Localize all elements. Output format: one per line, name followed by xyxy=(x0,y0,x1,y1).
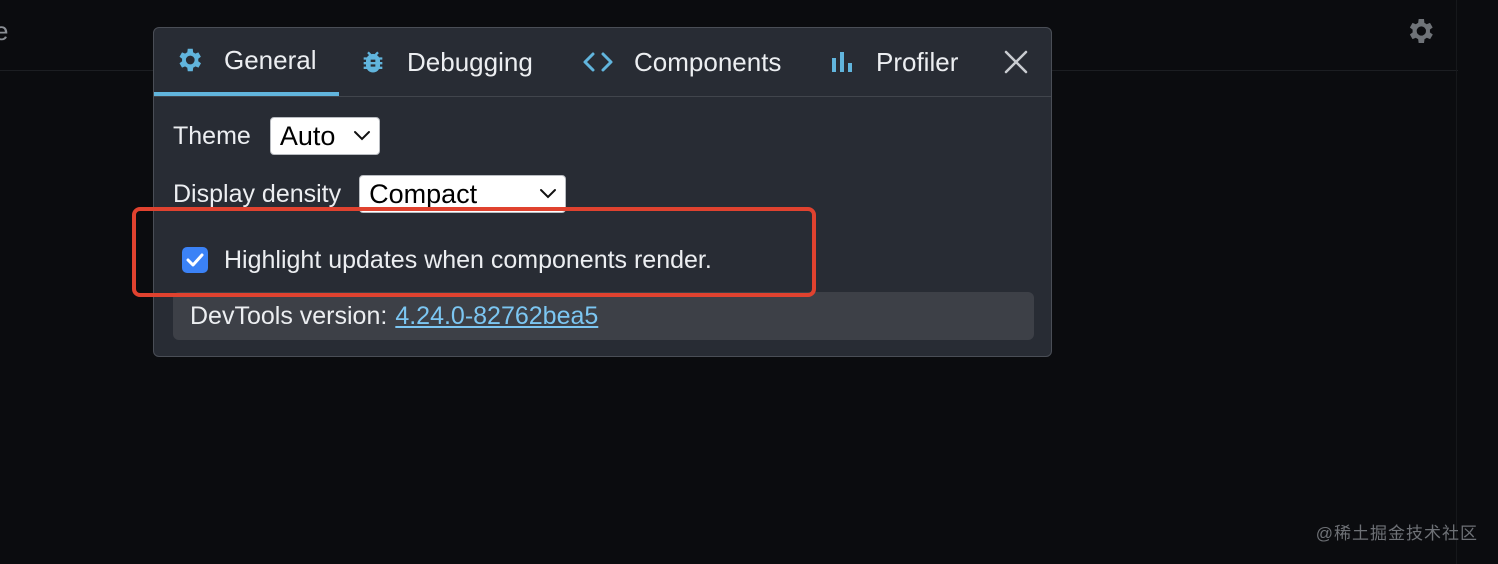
tab-label: Components xyxy=(634,46,782,77)
theme-select[interactable]: Auto xyxy=(269,117,380,155)
checkmark-icon xyxy=(186,253,204,267)
tab-debugging[interactable]: Debugging xyxy=(359,28,533,96)
settings-tabbar: General Debugging Components Profiler xyxy=(154,28,1051,97)
background-cut-text: e xyxy=(0,16,9,46)
version-info: DevTools version: 4.24.0-82762bea5 xyxy=(173,292,1034,340)
highlight-updates-label[interactable]: Highlight updates when components render… xyxy=(224,246,712,275)
settings-popup: General Debugging Components Profiler Th… xyxy=(153,27,1052,357)
version-link[interactable]: 4.24.0-82762bea5 xyxy=(395,302,598,331)
tab-components[interactable]: Components xyxy=(582,28,781,96)
bug-icon xyxy=(363,51,383,73)
theme-setting: Theme Auto xyxy=(173,116,380,156)
tab-profiler[interactable]: Profiler xyxy=(830,28,958,96)
bar-chart-icon xyxy=(832,52,852,72)
theme-select-value: Auto xyxy=(279,120,336,151)
tab-general[interactable]: General xyxy=(154,28,339,96)
density-select-value: Compact xyxy=(369,178,478,209)
gear-icon xyxy=(179,48,201,72)
background-divider xyxy=(1456,0,1457,564)
close-icon[interactable] xyxy=(1002,48,1030,76)
highlight-updates-setting: Highlight updates when components render… xyxy=(182,240,712,280)
chevron-down-icon xyxy=(353,131,370,141)
density-setting: Display density Compact xyxy=(173,174,567,214)
tab-label: Profiler xyxy=(876,46,959,77)
highlight-updates-checkbox[interactable] xyxy=(182,247,208,273)
tab-label: General xyxy=(224,44,317,75)
chevron-down-icon xyxy=(540,189,557,199)
version-label: DevTools version: xyxy=(190,301,388,330)
code-brackets-icon xyxy=(583,52,613,72)
density-label: Display density xyxy=(173,179,342,208)
settings-gear-icon[interactable] xyxy=(1404,15,1436,47)
density-select[interactable]: Compact xyxy=(359,175,567,213)
tab-label: Debugging xyxy=(407,46,533,77)
theme-label: Theme xyxy=(173,121,251,150)
watermark: @稀土掘金技术社区 xyxy=(1315,524,1478,543)
